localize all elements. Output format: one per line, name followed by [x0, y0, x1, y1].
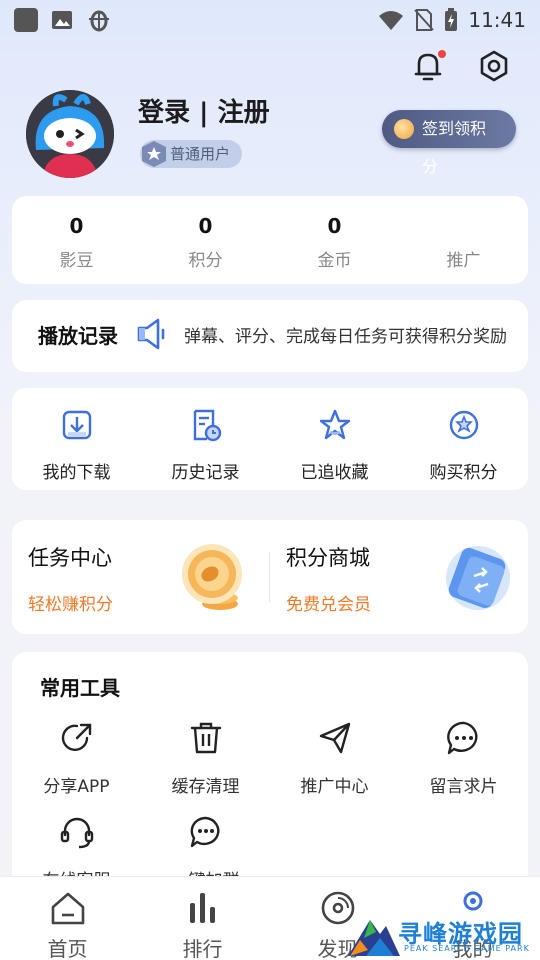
- headset-icon: [60, 817, 93, 849]
- clear-cache-label: 缓存清理: [171, 777, 240, 797]
- stat-points[interactable]: 0 积分: [141, 196, 270, 284]
- buy-points-button[interactable]: 购买积分: [399, 388, 528, 490]
- clear-cache-button[interactable]: 缓存清理: [141, 720, 270, 797]
- chat-icon: [190, 816, 219, 848]
- stat-label: 金币: [317, 251, 352, 271]
- play-history-title: 播放记录: [38, 324, 118, 348]
- my-downloads-label: 我的下载: [42, 463, 111, 483]
- gold-coins-icon: [182, 544, 242, 610]
- share-app-button[interactable]: 分享APP: [12, 720, 141, 797]
- user-level-label: 普通用户: [170, 145, 231, 163]
- favorites-button[interactable]: 已追收藏: [270, 388, 399, 490]
- bug-icon: [89, 10, 109, 32]
- clock: 11:41: [468, 8, 526, 32]
- request-movie-label: 留言求片: [429, 777, 498, 797]
- tab-ranking[interactable]: 排行: [135, 877, 270, 960]
- my-downloads-button[interactable]: 我的下载: [12, 388, 141, 490]
- login-register-link[interactable]: 登录 | 注册: [138, 92, 270, 129]
- message-icon: [446, 721, 477, 755]
- points-mall-title: 积分商城: [286, 546, 370, 570]
- stats-card: 0 影豆 0 积分 0 金币 推广: [12, 196, 528, 284]
- promo-card: 任务中心 轻松赚积分 积分商城 免费兑会员: [12, 520, 528, 634]
- tab-home[interactable]: 首页: [0, 877, 135, 960]
- avatar[interactable]: [26, 90, 114, 178]
- tools-title: 常用工具: [40, 676, 120, 700]
- stat-movie-beans[interactable]: 0 影豆: [12, 196, 141, 284]
- stat-label: 推广: [446, 251, 481, 271]
- history-label: 历史记录: [171, 463, 240, 483]
- download-icon: [62, 410, 91, 440]
- tab-home-label: 首页: [47, 937, 88, 960]
- no-sim-icon: [414, 9, 435, 31]
- stat-value: 0: [327, 214, 342, 238]
- watermark-logo: 寻峰游戏园 PEAK SEARCH GAME PARK: [346, 910, 540, 960]
- wifi-icon: [379, 11, 404, 30]
- level-shield-icon: [142, 141, 166, 167]
- points-mall-subtitle: 免费兑会员: [286, 595, 371, 615]
- buy-points-icon: [449, 410, 478, 440]
- stat-value: [399, 214, 528, 238]
- task-center-button[interactable]: 任务中心 轻松赚积分: [12, 520, 270, 634]
- star-icon: [319, 409, 350, 440]
- announcement-marquee: 弹幕、评分、完成每日任务可获得积分奖励: [184, 327, 507, 347]
- status-bar: 11:41: [0, 0, 540, 40]
- daily-signin-label: 签到领积分: [422, 119, 487, 176]
- battery-icon: [445, 8, 458, 31]
- task-center-title: 任务中心: [28, 546, 112, 570]
- history-button[interactable]: 历史记录: [141, 388, 270, 490]
- image-icon: [52, 11, 72, 29]
- trash-icon: [190, 722, 221, 754]
- exchange-card-icon: [446, 546, 510, 610]
- app-icon: [14, 8, 38, 32]
- history-icon: [193, 409, 221, 442]
- stat-value: 0: [198, 214, 213, 238]
- stat-value: 0: [69, 214, 84, 238]
- daily-signin-button[interactable]: 签到领积分: [382, 110, 516, 176]
- share-app-label: 分享APP: [43, 777, 110, 797]
- speaker-icon: [137, 318, 165, 350]
- send-icon: [319, 722, 350, 754]
- tab-ranking-label: 排行: [182, 937, 223, 960]
- settings-icon[interactable]: [476, 48, 512, 84]
- stat-promotion[interactable]: 推广: [399, 196, 528, 284]
- stat-label: 积分: [188, 251, 223, 271]
- rank-icon: [189, 893, 215, 923]
- profile-header: 登录 | 注册 普通用户 签到领积分: [26, 90, 516, 180]
- quick-actions-card: 我的下载 历史记录 已追收藏 购买积分: [12, 388, 528, 490]
- home-icon: [51, 892, 84, 925]
- request-movie-button[interactable]: 留言求片: [399, 720, 528, 797]
- watermark-subtext: PEAK SEARCH GAME PARK: [404, 944, 530, 953]
- stat-label: 影豆: [59, 251, 94, 271]
- task-center-subtitle: 轻松赚积分: [28, 595, 113, 615]
- stat-coins[interactable]: 0 金币: [270, 196, 399, 284]
- play-history-card[interactable]: 播放记录 弹幕、评分、完成每日任务可获得积分奖励: [12, 300, 528, 372]
- mountain-logo-icon: [348, 920, 400, 956]
- notification-dot: [438, 50, 446, 58]
- promotion-center-button[interactable]: 推广中心: [270, 720, 399, 797]
- notification-bell-icon[interactable]: [410, 48, 446, 84]
- user-level-badge: 普通用户: [140, 140, 243, 168]
- buy-points-label: 购买积分: [429, 463, 498, 483]
- points-mall-button[interactable]: 积分商城 免费兑会员: [270, 520, 528, 634]
- share-icon: [61, 723, 91, 752]
- promotion-center-label: 推广中心: [300, 777, 369, 797]
- coin-icon: [394, 119, 414, 139]
- favorites-label: 已追收藏: [300, 463, 369, 483]
